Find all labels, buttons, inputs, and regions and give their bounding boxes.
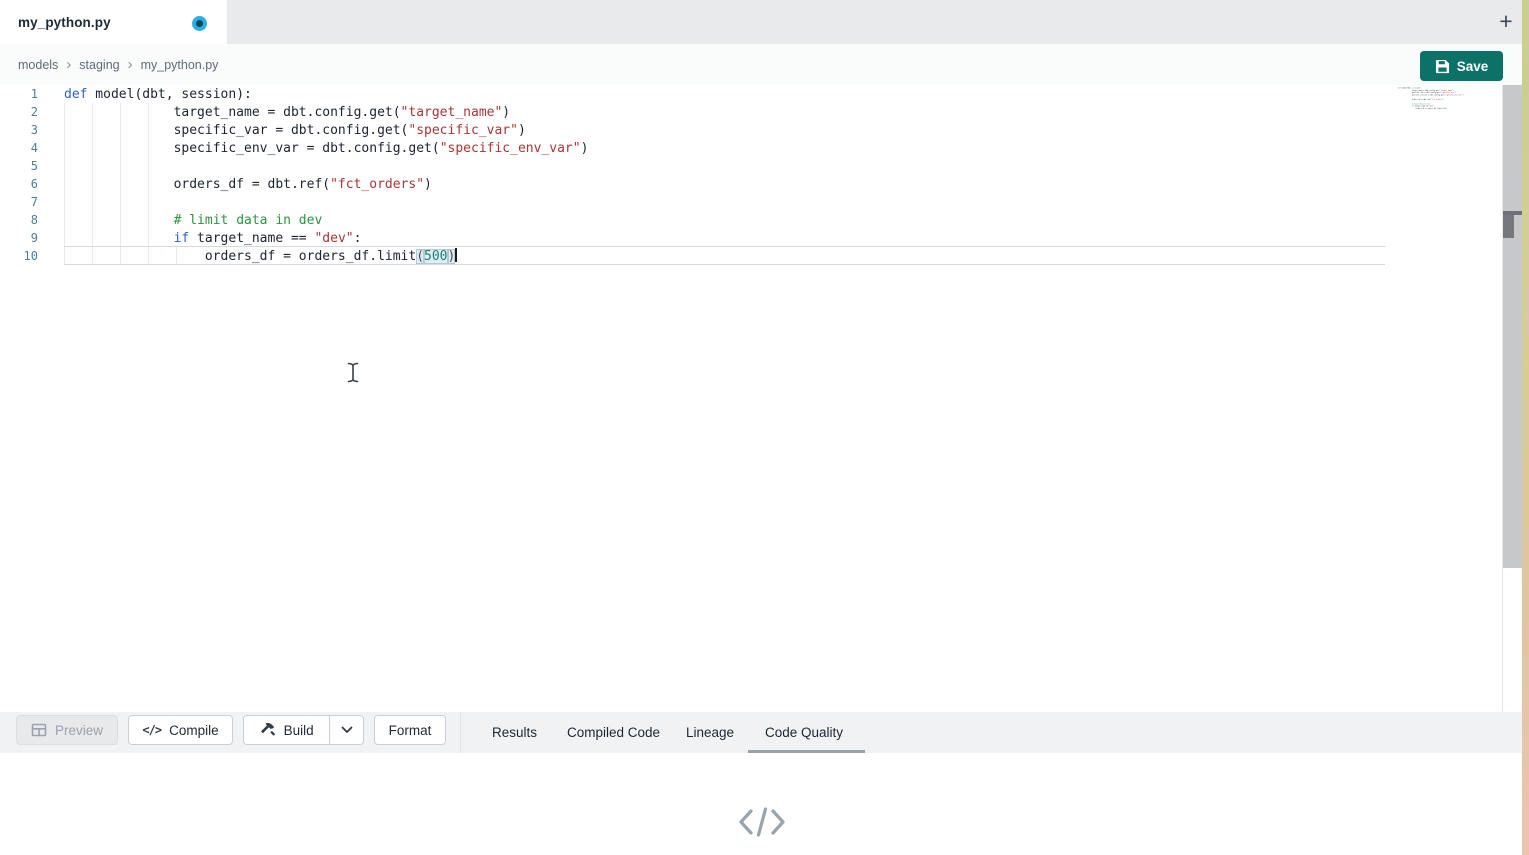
new-tab-button[interactable]: +	[1492, 8, 1520, 36]
build-options-dropdown-button[interactable]	[329, 716, 363, 744]
line-number: 3	[0, 123, 38, 137]
window-edge-gradient-strip	[1522, 0, 1529, 855]
text-caret	[455, 248, 457, 262]
tab-code-quality[interactable]: Code Quality	[765, 712, 843, 753]
line-number: 4	[0, 141, 38, 155]
code-line[interactable]: 9 if target_name == "dev":	[0, 229, 588, 247]
breadcrumb-models[interactable]: models	[18, 58, 58, 72]
editor-minimap[interactable]: 1 def model(dbt, session): 2 target_name…	[1398, 87, 1498, 117]
tab-results[interactable]: Results	[492, 712, 537, 753]
code-lines: 1 def model(dbt, session): 2 target_name…	[0, 85, 588, 265]
breadcrumb-staging[interactable]: staging	[79, 58, 119, 72]
code-editor[interactable]: 1 def model(dbt, session): 2 target_name…	[0, 85, 1502, 711]
line-number: 9	[0, 231, 38, 245]
build-button[interactable]: Build	[244, 716, 329, 744]
code-placeholder-icon	[736, 804, 788, 840]
preview-button[interactable]: Preview	[16, 715, 118, 745]
line-number: 5	[0, 159, 38, 173]
code-line[interactable]: 2 target_name = dbt.config.get("target_n…	[0, 103, 588, 121]
vertical-scrollbar-track[interactable]	[1503, 85, 1523, 568]
hammer-icon	[260, 722, 276, 738]
chevron-right-icon: ›	[128, 60, 133, 70]
chevron-down-icon	[341, 726, 353, 734]
line-number: 7	[0, 195, 38, 209]
code-line[interactable]: 4 specific_env_var = dbt.config.get("spe…	[0, 139, 588, 157]
unsaved-changes-dot-icon	[192, 16, 207, 31]
compile-button[interactable]: </> Compile	[128, 715, 233, 745]
code-line[interactable]: 7	[0, 193, 588, 211]
breadcrumb-file[interactable]: my_python.py	[141, 58, 219, 72]
format-button-label: Format	[389, 723, 432, 738]
table-grid-icon	[31, 722, 47, 738]
editor-tabbar: my_python.py +	[0, 0, 1522, 44]
bottom-toolbar: Preview </> Compile Build Format	[0, 712, 1522, 753]
code-brackets-icon: </>	[142, 723, 161, 737]
build-button-label: Build	[284, 723, 314, 738]
code-line[interactable]: 10 orders_df = orders_df.limit(500)	[0, 247, 588, 265]
vertical-scrollbar-thumb[interactable]	[1503, 215, 1514, 238]
breadcrumb: models › staging › my_python.py	[0, 44, 1522, 87]
file-tab-label: my_python.py	[18, 15, 111, 30]
code-line[interactable]: 1 def model(dbt, session):	[0, 85, 588, 103]
tab-lineage[interactable]: Lineage	[686, 712, 734, 753]
line-number: 6	[0, 177, 38, 191]
build-button-group: Build	[243, 715, 364, 745]
compile-button-label: Compile	[169, 723, 219, 738]
format-button[interactable]: Format	[374, 715, 446, 745]
save-button[interactable]: Save	[1420, 51, 1503, 81]
floppy-disk-icon	[1435, 59, 1450, 74]
code-line[interactable]: 8 # limit data in dev	[0, 211, 588, 229]
line-number: 10	[0, 249, 38, 263]
chevron-right-icon: ›	[66, 60, 71, 70]
code-line[interactable]: 3 specific_var = dbt.config.get("specifi…	[0, 121, 588, 139]
save-button-label: Save	[1457, 59, 1489, 74]
line-number: 8	[0, 213, 38, 227]
code-line[interactable]: 6 orders_df = dbt.ref("fct_orders")	[0, 175, 588, 193]
dbt-ide-window: my_python.py + models › staging › my_pyt…	[0, 0, 1529, 855]
toolbar-divider	[460, 712, 461, 753]
line-number: 2	[0, 105, 38, 119]
preview-button-label: Preview	[55, 723, 103, 738]
line-number: 1	[0, 87, 38, 101]
tab-compiled-code[interactable]: Compiled Code	[567, 712, 660, 753]
code-line[interactable]: 5	[0, 157, 588, 175]
